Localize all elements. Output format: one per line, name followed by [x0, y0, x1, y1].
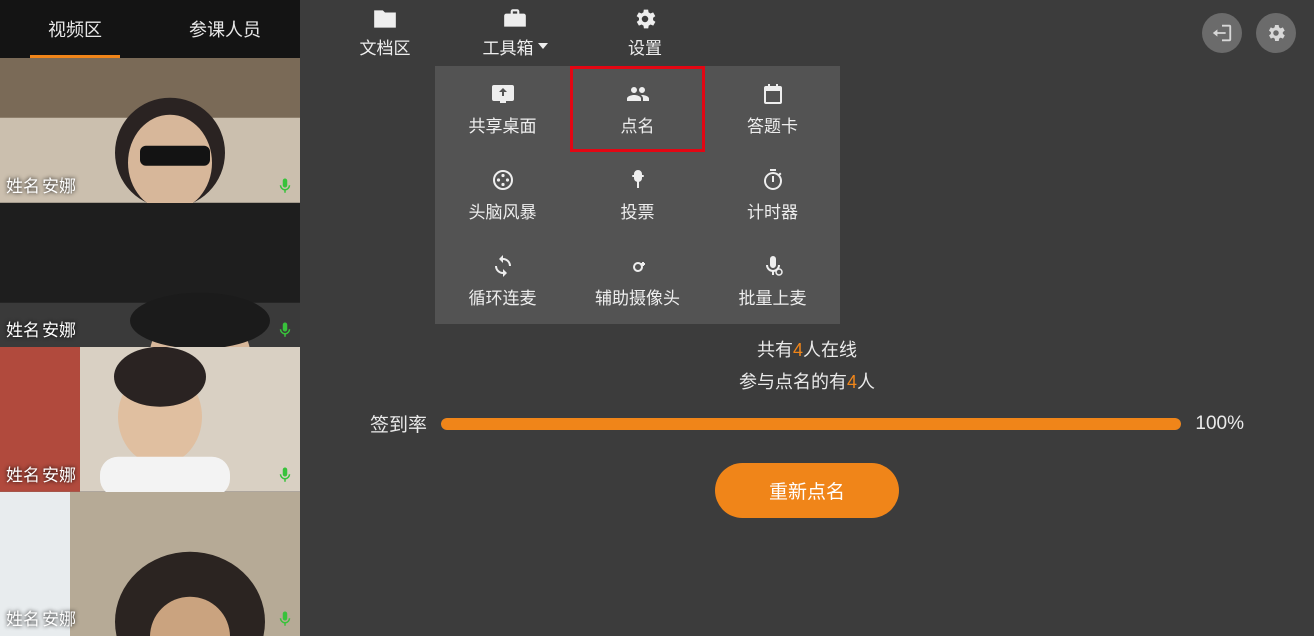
mic-on-icon	[276, 319, 294, 341]
rate-label: 签到率	[370, 410, 427, 437]
participated-line: 参与点名的有4人	[370, 368, 1244, 394]
topbar-right	[1202, 0, 1296, 66]
tab-participants[interactable]: 参课人员	[150, 0, 300, 58]
mic-on-icon	[276, 175, 294, 197]
video-tile[interactable]: 姓名 安娜	[0, 58, 300, 203]
video-tile[interactable]: 姓名 安娜	[0, 347, 300, 492]
settings-circle-button[interactable]	[1256, 13, 1296, 53]
topbar: 文档区 工具箱 设置	[300, 0, 1314, 66]
chevron-down-icon	[538, 43, 548, 49]
video-tile[interactable]: 姓名 安娜	[0, 492, 300, 636]
settings-button[interactable]: 设置	[580, 0, 710, 66]
gear-icon	[632, 8, 658, 30]
sidebar: 视频区 参课人员 姓名 安娜	[0, 0, 300, 636]
gear-icon	[1265, 22, 1287, 44]
tab-video-area[interactable]: 视频区	[0, 0, 150, 58]
video-list: 姓名 安娜 姓名 安娜	[0, 58, 300, 636]
app-root: 视频区 参课人员 姓名 安娜	[0, 0, 1314, 636]
topbar-left: 文档区 工具箱 设置	[320, 0, 710, 66]
exit-button[interactable]	[1202, 13, 1242, 53]
redo-rollcall-button[interactable]: 重新点名	[715, 463, 899, 518]
video-tile[interactable]: 姓名 安娜	[0, 203, 300, 348]
folder-icon	[372, 8, 398, 30]
progress-fill	[441, 418, 1181, 430]
mic-on-icon	[276, 608, 294, 630]
rollcall-result: 共有4人在线 参与点名的有4人 签到率 100% 重新点名	[300, 336, 1314, 518]
tile-name-label: 姓名 安娜	[6, 461, 76, 486]
main-area: 文档区 工具箱 设置	[300, 0, 1314, 636]
tile-name-label: 姓名 安娜	[6, 605, 76, 630]
progress-bar	[441, 418, 1181, 430]
tile-name-label: 姓名 安娜	[6, 316, 76, 341]
progress-row: 签到率 100%	[370, 410, 1244, 437]
percent-text: 100%	[1195, 413, 1244, 435]
toolbox-icon	[502, 8, 528, 30]
docs-button[interactable]: 文档区	[320, 0, 450, 66]
content: 共有4人在线 参与点名的有4人 签到率 100% 重新点名	[300, 66, 1314, 636]
sidebar-tabs: 视频区 参课人员	[0, 0, 300, 58]
exit-icon	[1211, 22, 1233, 44]
tile-name-label: 姓名 安娜	[6, 172, 76, 197]
toolbox-button[interactable]: 工具箱	[450, 0, 580, 66]
online-line: 共有4人在线	[370, 336, 1244, 362]
mic-on-icon	[276, 464, 294, 486]
